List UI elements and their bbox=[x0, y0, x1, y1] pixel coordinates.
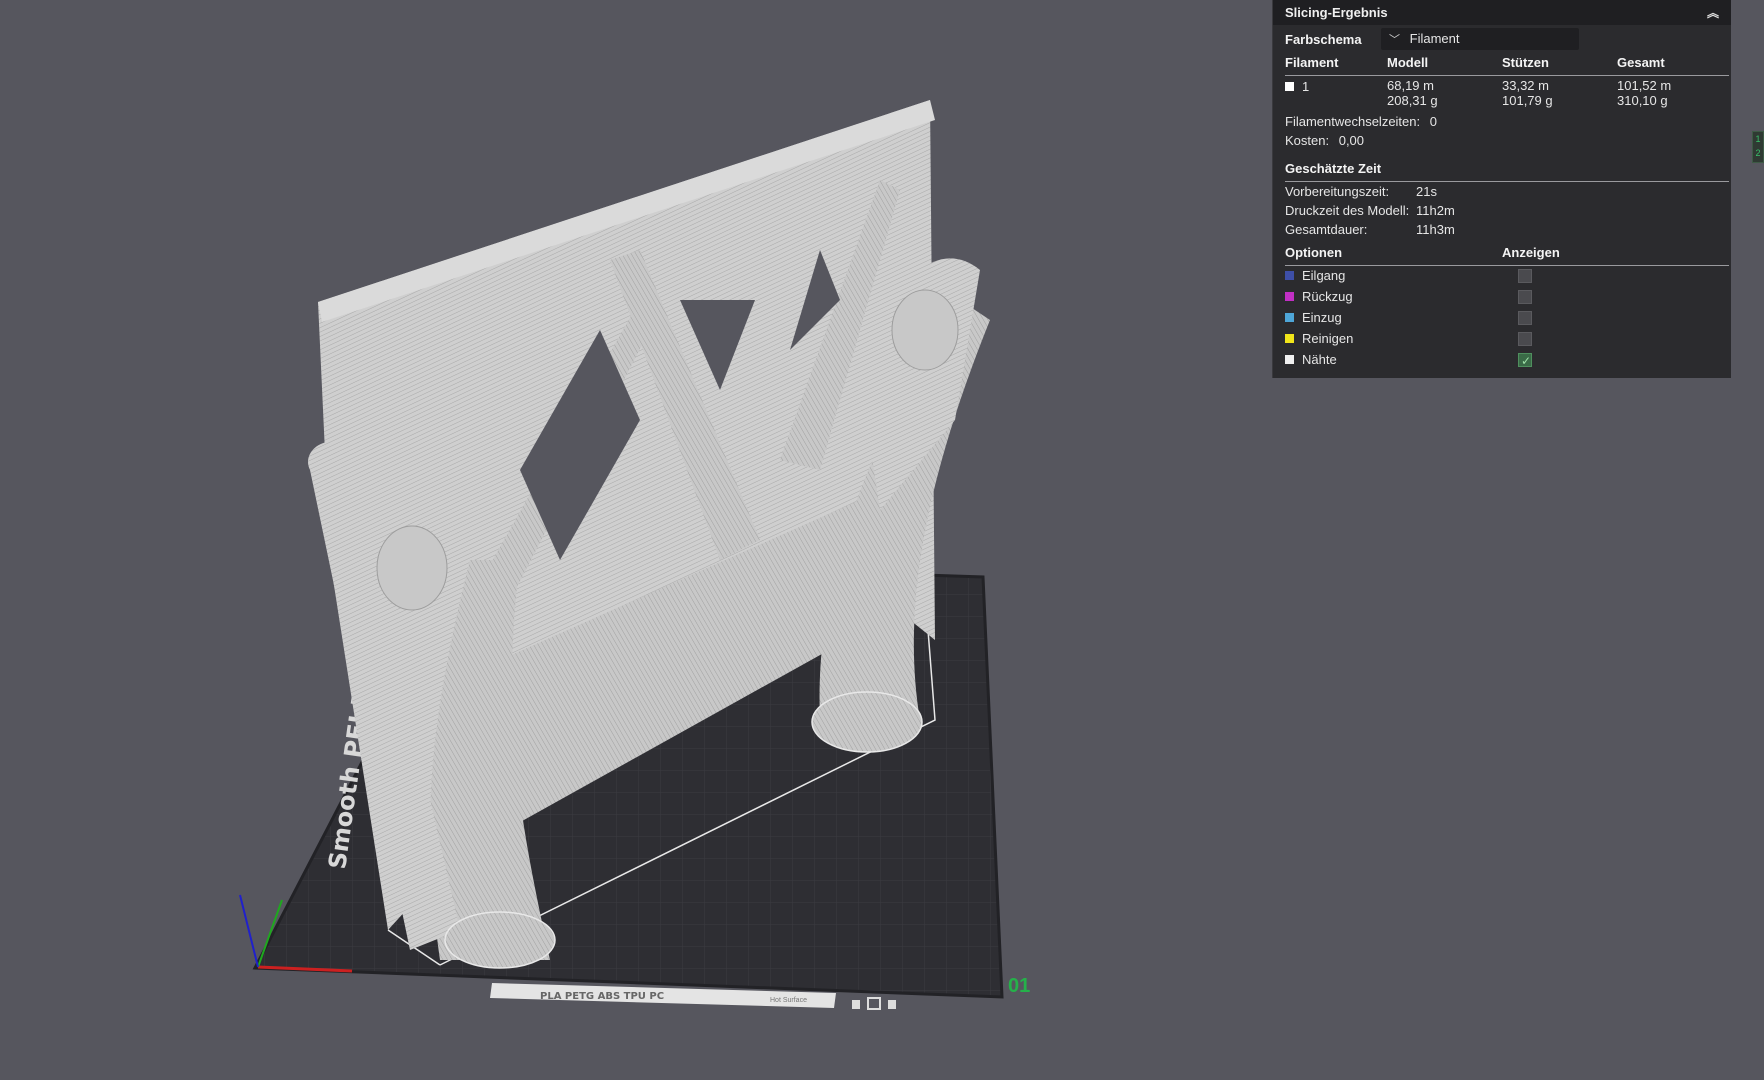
option-row-travel: Eilgang bbox=[1285, 267, 1731, 285]
layer-slider-tab[interactable]: 1 2 bbox=[1752, 131, 1764, 163]
options-header: Optionen bbox=[1285, 245, 1343, 260]
layer-bottom-value: 2 bbox=[1755, 148, 1761, 158]
col-model: Modell bbox=[1387, 55, 1429, 70]
support-length: 33,32 m bbox=[1502, 78, 1549, 93]
print-time-row: Druckzeit des Modell: 11h2m bbox=[1285, 202, 1731, 220]
panel-title: Slicing-Ergebnis bbox=[1285, 5, 1388, 20]
filament-table-header: Filament Modell Stützen Gesamt bbox=[1285, 54, 1731, 72]
filament-change-label: Filamentwechselzeiten: bbox=[1285, 114, 1421, 129]
print-time-label: Druckzeit des Modell: bbox=[1285, 203, 1410, 218]
col-supports: Stützen bbox=[1502, 55, 1549, 70]
show-header: Anzeigen bbox=[1502, 245, 1560, 260]
show-retraction-checkbox[interactable] bbox=[1518, 290, 1532, 304]
print-time-value: 11h2m bbox=[1416, 203, 1455, 218]
col-filament: Filament bbox=[1285, 55, 1339, 70]
prep-time-label: Vorbereitungszeit: bbox=[1285, 184, 1390, 199]
options-header-row: Optionen Anzeigen bbox=[1285, 244, 1731, 262]
color-scheme-label: Farbschema bbox=[1285, 32, 1362, 47]
model-length: 68,19 m bbox=[1387, 78, 1434, 93]
option-row-wipe: Reinigen bbox=[1285, 330, 1731, 348]
plate-number: 01 bbox=[1008, 975, 1030, 997]
option-row-seams: Nähte ✓ bbox=[1285, 351, 1731, 369]
plate-icons[interactable] bbox=[852, 997, 896, 1010]
color-scheme-select[interactable]: ﹀ Filament bbox=[1381, 28, 1579, 50]
option-color-swatch bbox=[1285, 313, 1294, 322]
time-header: Geschätzte Zeit bbox=[1285, 161, 1382, 176]
option-row-deretraction: Einzug bbox=[1285, 309, 1731, 327]
option-label: Nähte bbox=[1302, 352, 1337, 367]
total-length: 101,52 m bbox=[1617, 78, 1672, 93]
layer-top-value: 1 bbox=[1755, 134, 1761, 144]
prep-time-row: Vorbereitungszeit: 21s bbox=[1285, 183, 1731, 201]
support-usage-cell: 33,32 m 101,79 g bbox=[1502, 78, 1553, 108]
divider bbox=[1285, 265, 1729, 266]
show-wipe-checkbox[interactable] bbox=[1518, 332, 1532, 346]
cost-row: Kosten: 0,00 bbox=[1285, 132, 1731, 150]
filament-change-value: 0 bbox=[1429, 114, 1437, 129]
col-total: Gesamt bbox=[1617, 55, 1665, 70]
show-seams-checkbox[interactable]: ✓ bbox=[1518, 353, 1532, 368]
total-weight: 310,10 g bbox=[1617, 93, 1668, 108]
svg-text:Hot Surface: Hot Surface bbox=[770, 997, 807, 1004]
total-time-value: 11h3m bbox=[1416, 222, 1455, 237]
option-label: Rückzug bbox=[1302, 289, 1353, 304]
filament-id-cell: 1 bbox=[1285, 78, 1309, 96]
cost-value: 0,00 bbox=[1338, 133, 1365, 148]
option-label: Reinigen bbox=[1302, 331, 1354, 346]
divider bbox=[1285, 75, 1729, 76]
total-time-row: Gesamtdauer: 11h3m bbox=[1285, 221, 1731, 239]
option-color-swatch bbox=[1285, 292, 1294, 301]
total-time-label: Gesamtdauer: bbox=[1285, 222, 1368, 237]
filament-id: 1 bbox=[1302, 79, 1310, 94]
check-icon: ✓ bbox=[1521, 354, 1532, 368]
cost-label: Kosten: bbox=[1285, 133, 1330, 148]
option-color-swatch bbox=[1285, 355, 1294, 364]
option-label: Einzug bbox=[1302, 310, 1342, 325]
slicing-result-panel: Slicing-Ergebnis ︽ Farbschema ﹀ Filament… bbox=[1272, 0, 1731, 378]
color-scheme-row: Farbschema ﹀ Filament bbox=[1285, 28, 1731, 50]
filament-color-swatch bbox=[1285, 82, 1294, 91]
chevron-down-icon: ﹀ bbox=[1389, 34, 1400, 46]
divider bbox=[1285, 181, 1729, 182]
option-color-swatch bbox=[1285, 271, 1294, 280]
svg-text:PLA PETG ABS TPU PC: PLA PETG ABS TPU PC bbox=[540, 991, 664, 1002]
option-row-retraction: Rückzug bbox=[1285, 288, 1731, 306]
option-label: Eilgang bbox=[1302, 268, 1346, 283]
color-scheme-value: Filament bbox=[1409, 31, 1460, 46]
panel-header[interactable]: Slicing-Ergebnis ︽ bbox=[1273, 0, 1731, 25]
filament-row: 1 68,19 m 208,31 g 33,32 m 101,79 g 101,… bbox=[1285, 78, 1731, 114]
collapse-icon[interactable]: ︽ bbox=[1707, 7, 1719, 19]
total-usage-cell: 101,52 m 310,10 g bbox=[1617, 78, 1671, 108]
model-usage-cell: 68,19 m 208,31 g bbox=[1387, 78, 1438, 108]
model-weight: 208,31 g bbox=[1387, 93, 1438, 108]
option-color-swatch bbox=[1285, 334, 1294, 343]
show-deretraction-checkbox[interactable] bbox=[1518, 311, 1532, 325]
filament-change-row: Filamentwechselzeiten: 0 bbox=[1285, 113, 1731, 131]
prep-time-value: 21s bbox=[1416, 184, 1437, 199]
show-travel-checkbox[interactable] bbox=[1518, 269, 1532, 283]
support-weight: 101,79 g bbox=[1502, 93, 1553, 108]
